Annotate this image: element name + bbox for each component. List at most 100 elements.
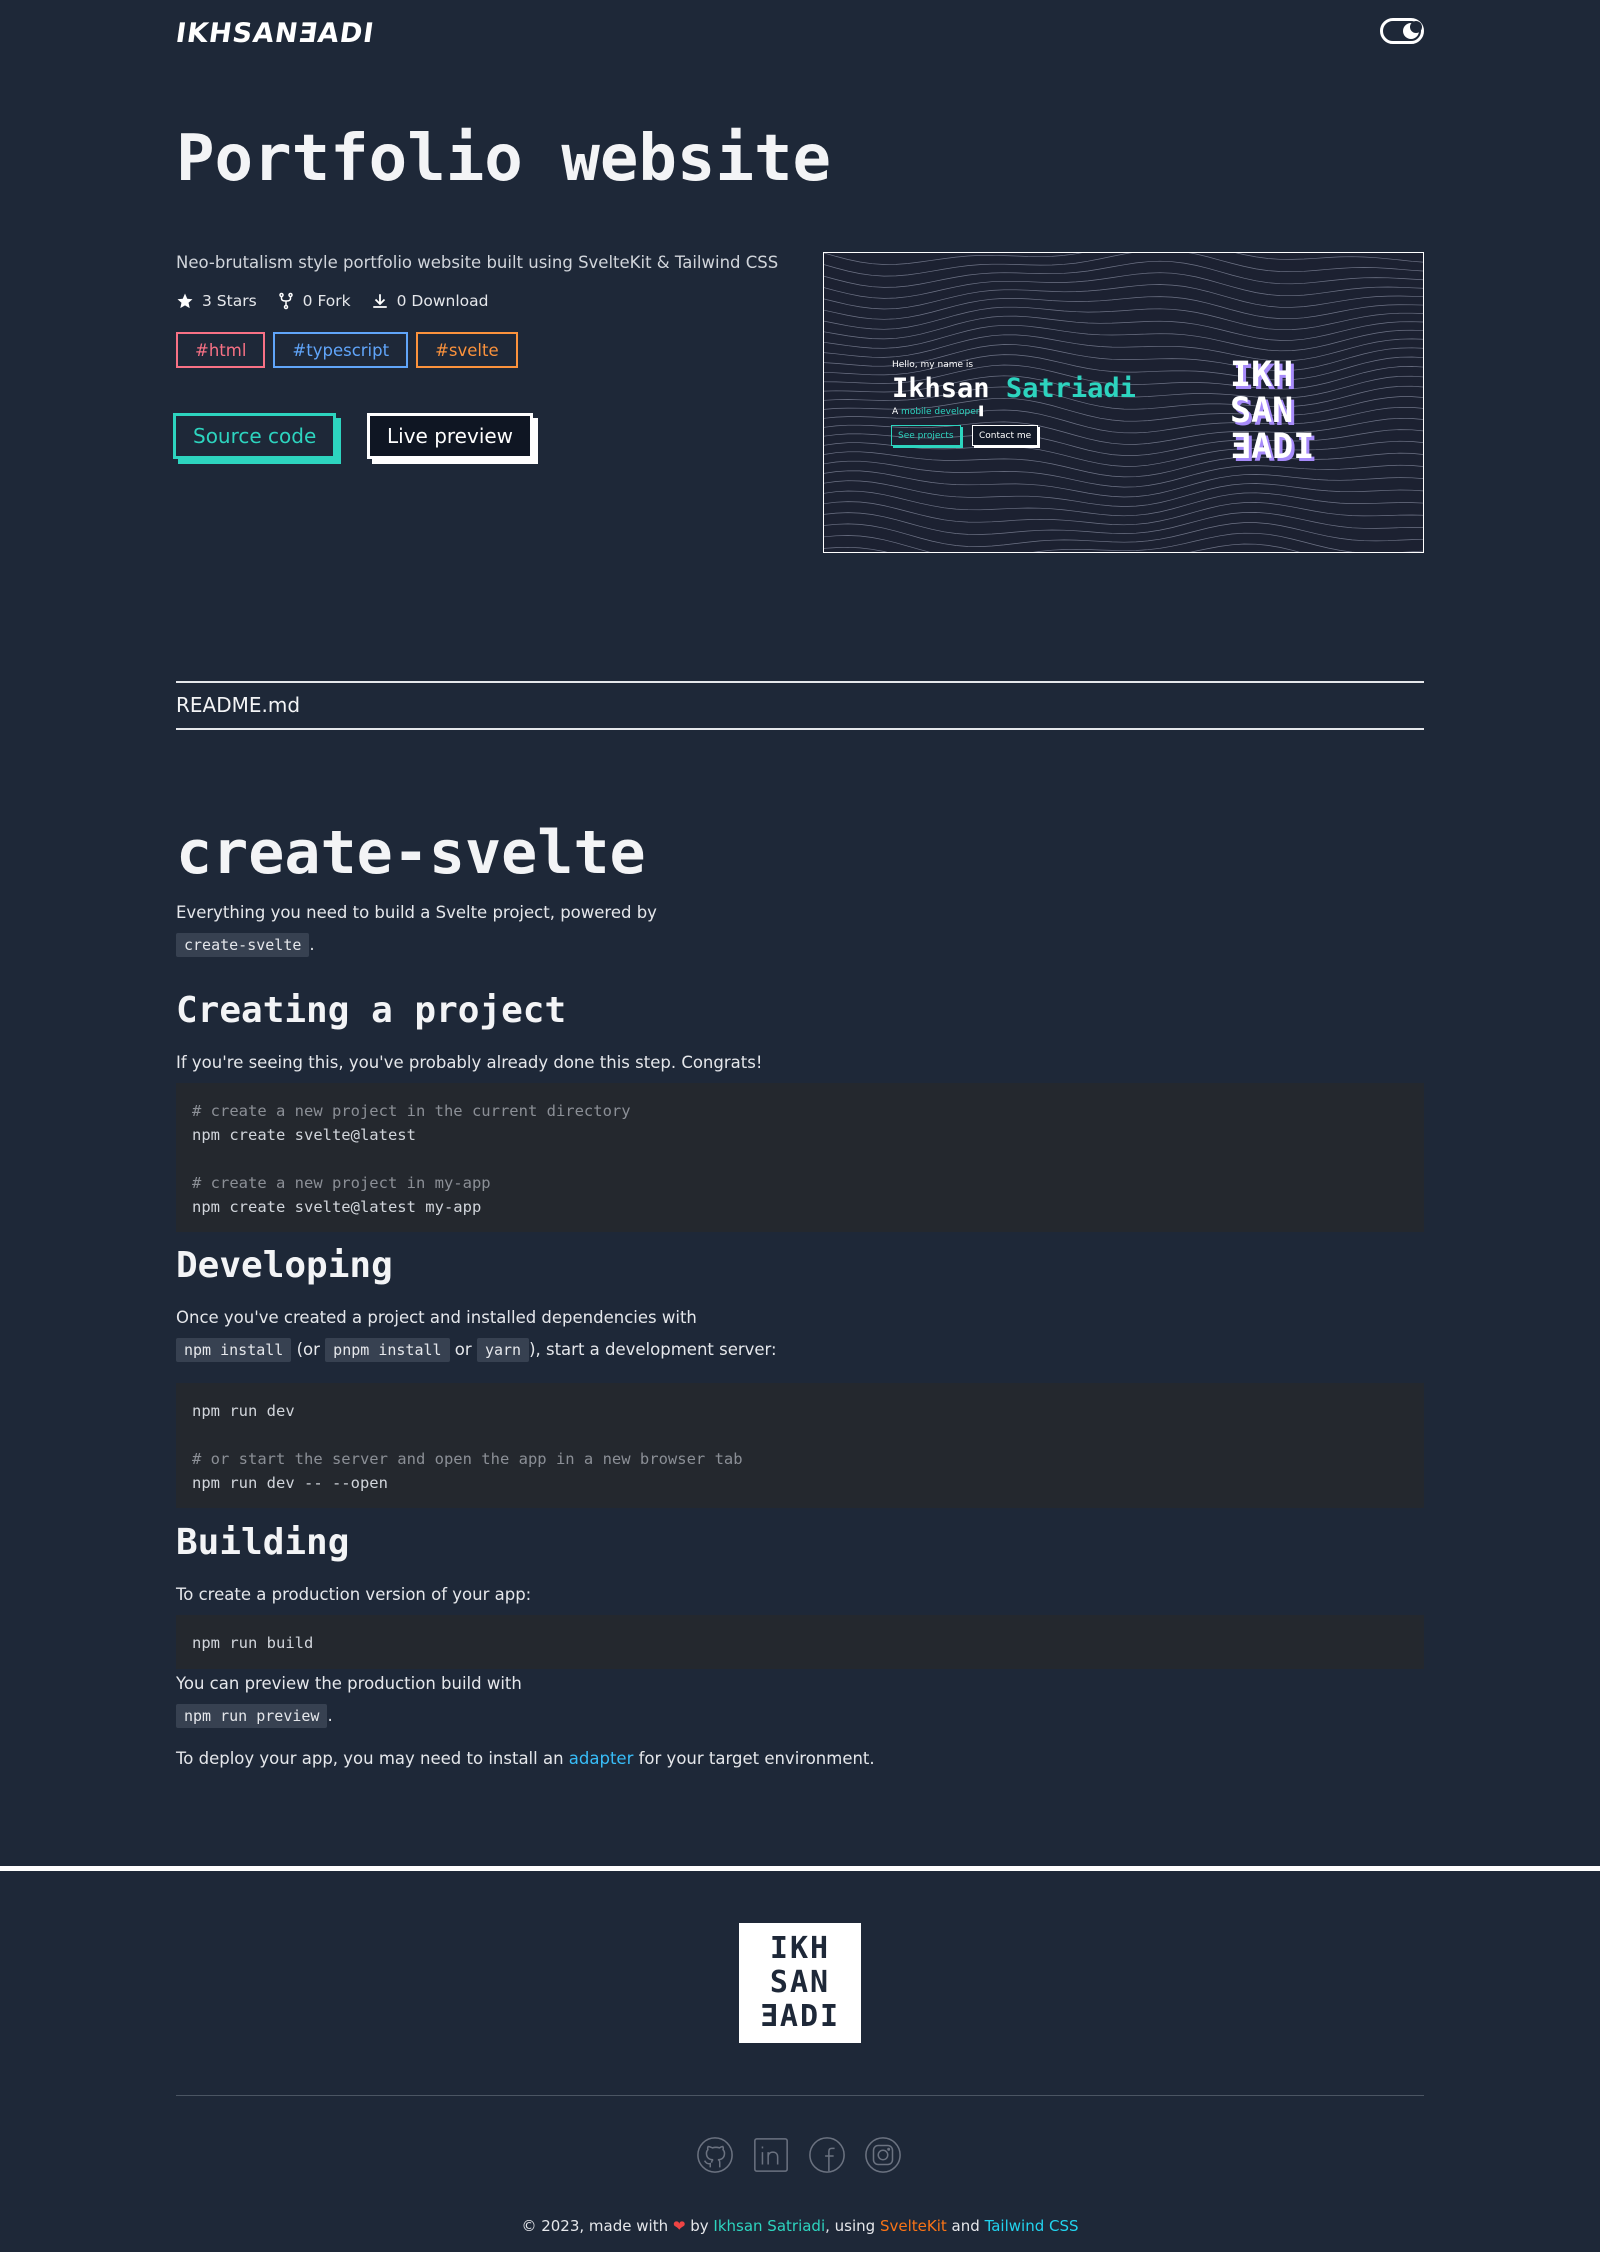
code-block-build: npm run build	[176, 1615, 1424, 1669]
live-preview-button[interactable]: Live preview	[367, 413, 534, 459]
preview-last-name: Satriadi	[1005, 373, 1136, 404]
fork-icon	[278, 292, 293, 310]
tag-typescript[interactable]: #typescript	[273, 332, 409, 368]
preview-logo-line: IKH	[1230, 355, 1294, 395]
code-line: npm create svelte@latest my-app	[192, 1198, 482, 1216]
theme-toggle[interactable]	[1380, 18, 1424, 44]
building-text: To create a production version of your a…	[176, 1585, 532, 1604]
tag-html[interactable]: #html	[176, 332, 266, 368]
heart-icon: ❤	[672, 2217, 686, 2235]
forks-count: 0 Fork	[302, 292, 351, 310]
wave-line	[824, 490, 1423, 517]
preview-logo: IKH SAN ƎADI	[1230, 357, 1314, 465]
footer-divider	[0, 1866, 1600, 1871]
wave-line	[824, 296, 1423, 320]
tailwind-link[interactable]: Tailwind CSS	[985, 2217, 1079, 2235]
inline-code: npm install	[176, 1338, 292, 1362]
wave-line	[824, 284, 1423, 310]
page-title: Portfolio website	[176, 122, 832, 196]
text: ), start a development server:	[529, 1340, 777, 1359]
footer-logo-line: ƎADI	[759, 1999, 841, 2034]
instagram-icon[interactable]	[864, 2136, 902, 2174]
text: (or	[296, 1340, 320, 1359]
download-icon	[372, 294, 387, 308]
wave-line	[824, 470, 1423, 498]
creating-text: If you're seeing this, you've probably a…	[176, 1053, 763, 1072]
preview-role-prefix: A	[892, 407, 899, 417]
heading-creating-project: Creating a project	[176, 990, 567, 1031]
preview-role-text: mobile developer	[901, 407, 980, 417]
wave-line	[824, 253, 1423, 265]
preview-logo-line: ƎADI	[1230, 427, 1315, 467]
footer-logo-line: IKH	[769, 1931, 831, 1966]
code-line: npm create svelte@latest	[192, 1126, 416, 1144]
github-icon[interactable]	[696, 2136, 734, 2174]
and-text: and	[951, 2217, 980, 2235]
code-line: npm run dev -- --open	[192, 1474, 388, 1492]
source-code-button[interactable]: Source code	[173, 413, 337, 459]
preview-build-code-line: npm run preview.	[176, 1704, 333, 1728]
project-stats: 3 Stars 0 Fork 0 Download	[176, 292, 488, 310]
preview-logo-line: SAN	[1230, 391, 1294, 431]
project-preview-image: Hello, my name is Ikhsan Satriadi A mobi…	[823, 252, 1424, 553]
text: To deploy your app, you may need to inst…	[176, 1749, 564, 1768]
code-line: # create a new project in the current di…	[192, 1102, 631, 1120]
preview-role: A mobile developer▌	[892, 407, 987, 417]
tag-svelte[interactable]: #svelte	[416, 332, 518, 368]
by-text: by	[690, 2217, 709, 2235]
footer-logo[interactable]: IKH SAN ƎADI	[739, 1923, 861, 2043]
moon-icon	[1403, 21, 1422, 39]
copyright-prefix: © 2023, made with	[521, 2217, 669, 2235]
forks-stat: 0 Fork	[277, 292, 351, 310]
footer-logo-line: SAN	[769, 1965, 831, 2000]
project-description: Neo-brutalism style portfolio website bu…	[176, 253, 779, 272]
stars-count: 3 Stars	[202, 292, 257, 310]
readme-header: README.md	[176, 681, 1424, 730]
wave-line	[824, 334, 1423, 362]
readme-intro-code-line: create-svelte.	[176, 933, 315, 957]
readme-label: README.md	[176, 693, 301, 717]
preview-contact: Contact me	[972, 425, 1039, 446]
preview-first-name: Ikhsan	[892, 373, 990, 404]
code-line: npm run dev	[192, 1402, 295, 1420]
using-text: , using	[825, 2217, 876, 2235]
sveltekit-link[interactable]: SvelteKit	[880, 2217, 947, 2235]
preview-name: Ikhsan Satriadi	[892, 373, 1136, 404]
inline-code: npm run preview	[176, 1704, 328, 1728]
preview-greeting: Hello, my name is	[892, 360, 974, 370]
wave-line	[824, 543, 1301, 552]
deploy-text: To deploy your app, you may need to inst…	[176, 1749, 875, 1768]
code-block-dev: npm run dev # or start the server and op…	[176, 1383, 1424, 1508]
preview-build-text: You can preview the production build wit…	[176, 1674, 522, 1693]
wave-line	[824, 522, 1423, 547]
social-links	[696, 2136, 902, 2174]
author-link[interactable]: Ikhsan Satriadi	[713, 2217, 825, 2235]
text: for your target environment.	[638, 1749, 875, 1768]
facebook-icon[interactable]	[808, 2136, 846, 2174]
downloads-stat: 0 Download	[371, 292, 488, 310]
stars-stat: 3 Stars	[176, 292, 257, 310]
period: .	[327, 1706, 333, 1725]
wave-line	[824, 272, 1423, 299]
wave-line	[824, 306, 1423, 331]
inline-code: pnpm install	[325, 1338, 450, 1362]
readme-intro: Everything you need to build a Svelte pr…	[176, 903, 657, 922]
adapter-link[interactable]: adapter	[569, 1749, 634, 1768]
inline-code: create-svelte	[176, 933, 310, 957]
preview-see-projects: See projects	[891, 425, 961, 446]
heading-developing: Developing	[176, 1245, 393, 1286]
developing-commands-line: npm install (or pnpm install or yarn), s…	[176, 1338, 777, 1362]
copyright: © 2023, made with ❤ by Ikhsan Satriadi, …	[0, 2217, 1600, 2235]
text: or	[454, 1340, 472, 1359]
wave-line	[824, 315, 1423, 341]
site-logo[interactable]: IKHSANƎADI	[174, 18, 377, 49]
star-icon	[177, 293, 193, 309]
linkedin-icon[interactable]	[752, 2136, 790, 2174]
inline-code: yarn	[476, 1338, 530, 1362]
footer-separator	[176, 2095, 1424, 2096]
code-line: # or start the server and open the app i…	[192, 1450, 743, 1468]
code-line: npm run build	[192, 1634, 314, 1652]
period: .	[309, 935, 315, 954]
